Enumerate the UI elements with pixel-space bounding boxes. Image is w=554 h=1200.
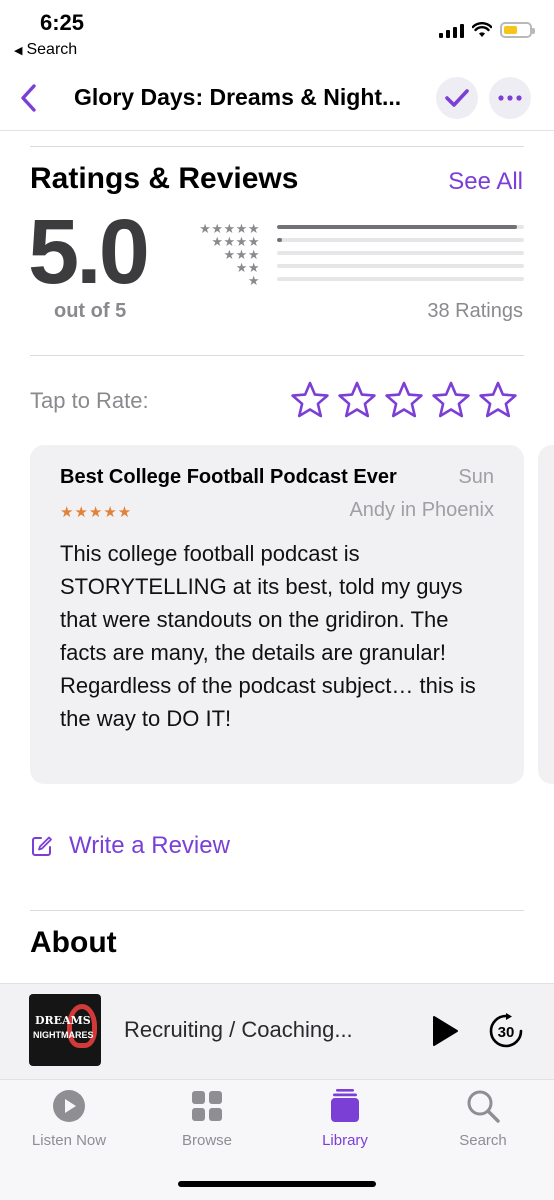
mini-player[interactable]: DREAMS NIGHTMARES Recruiting / Coaching.…	[0, 983, 554, 1079]
rate-star-4-button[interactable]	[431, 380, 471, 420]
star-level-labels: ★★★★★ ★★★★ ★★★ ★★ ★	[180, 222, 260, 287]
cellular-signal-icon	[439, 22, 464, 38]
status-time: 6:25	[40, 10, 85, 35]
nav-divider	[0, 130, 554, 131]
rating-distribution	[277, 225, 524, 290]
rating-bar-3-star	[277, 251, 524, 255]
rating-bar-1-star	[277, 277, 524, 281]
status-icons	[439, 22, 535, 38]
tap-to-rate-stars	[290, 380, 518, 420]
compose-icon	[32, 836, 52, 856]
grid-icon	[189, 1088, 225, 1124]
tab-library[interactable]: Library	[290, 1088, 400, 1149]
skip-forward-button[interactable]: 30	[487, 1012, 525, 1050]
tab-label: Search	[459, 1132, 507, 1149]
see-all-link[interactable]: See All	[448, 168, 523, 196]
rate-star-1-button[interactable]	[290, 380, 330, 420]
tap-to-rate-label: Tap to Rate:	[30, 388, 149, 413]
checkmark-icon	[445, 89, 469, 107]
rating-bar-5-star	[277, 225, 524, 229]
nav-bar: Glory Days: Dreams & Night...	[0, 72, 554, 128]
skip-forward-30-icon: 30	[489, 1013, 523, 1048]
ratings-heading: Ratings & Reviews	[30, 162, 299, 195]
review-author: Andy in Phoenix	[349, 499, 494, 521]
rate-star-5-button[interactable]	[478, 380, 518, 420]
star-outline-icon	[291, 381, 329, 418]
tab-browse[interactable]: Browse	[152, 1088, 262, 1149]
out-of-label: out of 5	[54, 300, 127, 322]
review-card[interactable]: Best College Football Podcast Ever Sun ★…	[30, 445, 524, 784]
episode-title: Recruiting / Coaching...	[124, 1017, 353, 1042]
review-title: Best College Football Podcast Ever	[60, 466, 397, 488]
svg-text:30: 30	[498, 1024, 515, 1041]
back-triangle-icon: ◀	[14, 44, 23, 57]
tab-label: Listen Now	[31, 1132, 107, 1149]
wifi-icon	[472, 22, 492, 37]
review-body: This college football podcast is STORYTE…	[60, 541, 476, 731]
artwork-text-2: NIGHTMARES	[33, 1030, 94, 1040]
followed-button[interactable]	[436, 77, 478, 119]
tab-label: Browse	[181, 1132, 233, 1149]
artwork-text-1: DREAMS	[35, 1014, 91, 1027]
chevron-left-icon	[21, 84, 36, 112]
library-icon	[327, 1088, 363, 1124]
ellipsis-icon	[498, 95, 522, 101]
rating-bar-fill	[277, 238, 282, 242]
home-indicator	[178, 1181, 376, 1187]
write-review-label: Write a Review	[69, 832, 230, 859]
episode-artwork: DREAMS NIGHTMARES	[29, 994, 101, 1066]
rate-star-2-button[interactable]	[337, 380, 377, 420]
tab-listen-now[interactable]: Listen Now	[14, 1088, 124, 1149]
about-heading: About	[30, 926, 117, 959]
rating-bar-4-star	[277, 238, 524, 242]
star-level-1: ★	[247, 273, 260, 288]
rating-bar-2-star	[277, 264, 524, 268]
more-button[interactable]	[489, 77, 531, 119]
play-icon	[433, 1016, 458, 1046]
play-circle-icon	[51, 1088, 87, 1124]
section-divider	[30, 146, 524, 147]
next-review-card[interactable]	[538, 445, 554, 784]
ratings-count: 38 Ratings	[427, 300, 523, 322]
rating-bar-fill	[277, 225, 517, 229]
section-divider	[30, 910, 524, 911]
play-button[interactable]	[430, 1014, 460, 1048]
search-icon	[465, 1088, 501, 1124]
star-outline-icon	[432, 381, 470, 418]
page-title: Glory Days: Dreams & Night...	[74, 84, 402, 110]
section-divider	[30, 355, 524, 356]
star-outline-icon	[338, 381, 376, 418]
back-button[interactable]	[8, 78, 48, 118]
star-outline-icon	[385, 381, 423, 418]
rate-star-3-button[interactable]	[384, 380, 424, 420]
average-rating: 5.0	[28, 201, 150, 303]
star-outline-icon	[479, 381, 517, 418]
review-date: Sun	[458, 466, 494, 488]
status-back-label: Search	[26, 41, 78, 58]
tab-search[interactable]: Search	[428, 1088, 538, 1149]
battery-icon	[500, 22, 535, 38]
status-back-link[interactable]: ◀ Search	[14, 41, 77, 59]
review-star-rating: ★★★★★	[60, 504, 133, 521]
write-review-button[interactable]: Write a Review	[31, 832, 230, 860]
tab-label: Library	[322, 1132, 368, 1149]
